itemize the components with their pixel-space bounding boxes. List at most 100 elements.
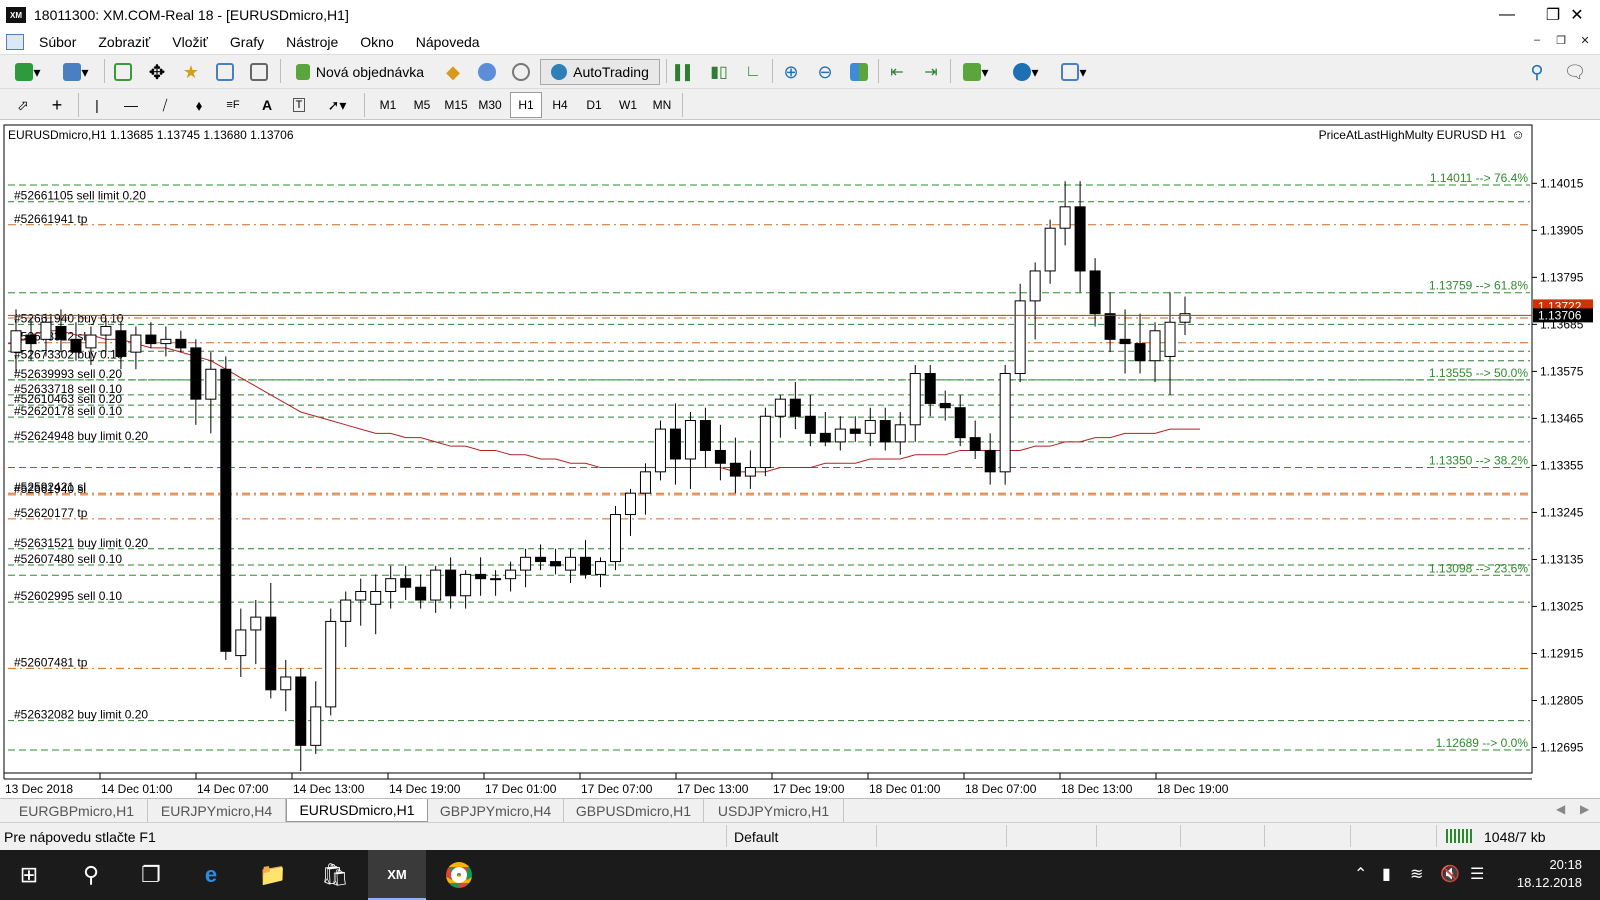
auto-scroll-button[interactable]: ⇤ (884, 59, 910, 85)
chat-button[interactable] (474, 59, 500, 85)
chrome-icon[interactable] (430, 850, 488, 900)
timeframe-h4[interactable]: H4 (544, 92, 576, 118)
xm-terminal-taskbar-icon[interactable]: XM (368, 850, 426, 900)
timeframe-mn[interactable]: MN (646, 92, 678, 118)
tab-gbpjpy[interactable]: GBPJPYmicro,H4 (428, 799, 564, 822)
chart-shift-button[interactable]: ⇥ (918, 59, 944, 85)
tab-eurjpy[interactable]: EURJPYmicro,H4 (148, 799, 286, 822)
candle-body (699, 420, 711, 451)
battery-icon[interactable]: ▮ (1382, 864, 1391, 884)
market-watch-button[interactable] (110, 59, 136, 85)
signals-button[interactable] (508, 59, 534, 85)
notifications-icon[interactable]: ☰ (1470, 864, 1484, 884)
timeframe-w1[interactable]: W1 (612, 92, 644, 118)
child-close-button[interactable]: ✕ (1574, 34, 1596, 52)
zoom-in-button[interactable]: ⊕ (778, 59, 804, 85)
trendline-tool[interactable]: ⧸ (152, 92, 178, 118)
volume-muted-icon[interactable]: 🔇 (1440, 864, 1460, 884)
price-tick-label: 1.13245 (1540, 505, 1584, 519)
horizontal-line-tool[interactable]: — (118, 92, 144, 118)
crosshair-tool[interactable]: + (44, 92, 70, 118)
fibonacci-tool[interactable]: ≡F (220, 92, 246, 118)
candle-body (325, 620, 337, 708)
timeframe-m5[interactable]: M5 (406, 92, 438, 118)
order-label: #52620178 sell 0.10 (14, 404, 122, 418)
timeframe-m1[interactable]: M1 (372, 92, 404, 118)
windows-start-icon[interactable]: ⊞ (0, 850, 58, 900)
price-tick-label: 1.12805 (1540, 693, 1584, 707)
tab-scroll-left-icon[interactable]: ◀ (1556, 802, 1565, 816)
chart-tabs: EURGBPmicro,H1 EURJPYmicro,H4 EURUSDmicr… (0, 798, 1600, 822)
text-tool[interactable]: A (254, 92, 280, 118)
task-view-icon[interactable]: ❐ (122, 850, 180, 900)
chart-shift-icon: ⇥ (924, 64, 938, 81)
timeframe-h1[interactable]: H1 (510, 92, 542, 118)
status-bar: Pre nápovedu stlačte F1 Default 1048/7 k… (0, 822, 1600, 850)
arrows-tool[interactable]: ➚▾ (318, 92, 356, 118)
crosshair-move-icon: ✥ (148, 61, 166, 84)
candle-body (1164, 321, 1176, 357)
candle-body (145, 334, 157, 345)
tab-scroll-right-icon[interactable]: ▶ (1580, 802, 1589, 816)
candle-body (1059, 206, 1071, 229)
taskbar-clock[interactable]: 20:18 18.12.2018 (1517, 856, 1582, 892)
child-minimize-button[interactable]: – (1526, 34, 1548, 52)
menu-window[interactable]: Okno (349, 34, 404, 50)
price-chart[interactable]: #52661105 sell limit 0.20 #52661941 tp #52… (0, 123, 1600, 800)
zoom-out-button[interactable]: ⊖ (812, 59, 838, 85)
tab-eurusd[interactable]: EURUSDmicro,H1 (286, 799, 428, 822)
chart-window-icon[interactable] (6, 34, 24, 50)
line-chart-button[interactable]: ∟ (740, 59, 766, 85)
equidistant-channel-tool[interactable]: ⬧ (186, 92, 212, 118)
standard-toolbar: ▾ ▾ ✥ ★ Nová objednávka ◆ AutoTrading ▌▌… (0, 54, 1600, 88)
candlestick-button[interactable]: ▮▯ (706, 59, 732, 85)
terminal-button[interactable] (212, 59, 238, 85)
autotrading-icon (551, 64, 568, 80)
cursor-tool[interactable]: ⬀ (10, 92, 36, 118)
menu-file[interactable]: Súbor (28, 34, 87, 50)
store-icon[interactable]: 🛍 (306, 850, 364, 900)
candle-body (669, 428, 681, 460)
search-button[interactable]: ⚲ (1524, 59, 1550, 85)
tile-windows-button[interactable] (846, 59, 872, 85)
menu-help[interactable]: Nápoveda (405, 34, 491, 50)
autotrading-button[interactable]: AutoTrading (540, 59, 660, 85)
profiles-button[interactable]: ▾ (56, 59, 96, 85)
edge-browser-icon[interactable]: e (182, 850, 240, 900)
tile-windows-icon (850, 63, 868, 81)
tester-icon (250, 63, 268, 81)
search-icon[interactable]: ⚲ (62, 850, 120, 900)
wifi-icon[interactable]: ≋ (1410, 864, 1423, 884)
tab-gbpusd[interactable]: GBPUSDmicro,H1 (564, 799, 704, 822)
new-order-icon (295, 64, 310, 80)
metaeditor-button[interactable]: ◆ (440, 59, 466, 85)
market-watch-icon (114, 63, 132, 81)
templates-button[interactable]: ▾ (1054, 59, 1094, 85)
text-label-tool[interactable]: T (286, 92, 312, 118)
new-chart-button[interactable]: ▾ (8, 59, 48, 85)
menu-tools[interactable]: Nástroje (275, 34, 349, 50)
timeframe-m15[interactable]: M15 (440, 92, 472, 118)
tester-button[interactable] (246, 59, 272, 85)
menu-charts[interactable]: Grafy (219, 34, 275, 50)
tab-eurgbp[interactable]: EURGBPmicro,H1 (6, 799, 148, 822)
tab-usdjpy[interactable]: USDJPYmicro,H1 (704, 799, 844, 822)
vertical-line-tool[interactable]: | (84, 92, 110, 118)
child-restore-button[interactable]: ❐ (1550, 34, 1572, 52)
navigator-button[interactable]: ✥ (144, 59, 170, 85)
chart-window[interactable]: #52661105 sell limit 0.20 #52661941 tp #52… (0, 123, 1600, 800)
indicators-button[interactable]: ▾ (956, 59, 996, 85)
menu-insert[interactable]: Vložiť (161, 34, 219, 50)
timeframe-m30[interactable]: M30 (474, 92, 506, 118)
periods-button[interactable]: ▾ (1006, 59, 1046, 85)
bar-chart-button[interactable]: ▌▌ (672, 59, 698, 85)
minimize-button[interactable]: — (1484, 0, 1530, 30)
favorites-button[interactable]: ★ (178, 59, 204, 85)
chat-bubble-button[interactable]: 🗨 (1560, 59, 1590, 85)
new-order-button[interactable]: Nová objednávka (288, 59, 432, 85)
tray-chevron-icon[interactable]: ⌃ (1354, 864, 1367, 884)
menu-view[interactable]: Zobraziť (87, 34, 161, 50)
timeframe-d1[interactable]: D1 (578, 92, 610, 118)
file-explorer-icon[interactable]: 📁 (244, 850, 302, 900)
close-button[interactable]: ✕ (1554, 0, 1600, 30)
